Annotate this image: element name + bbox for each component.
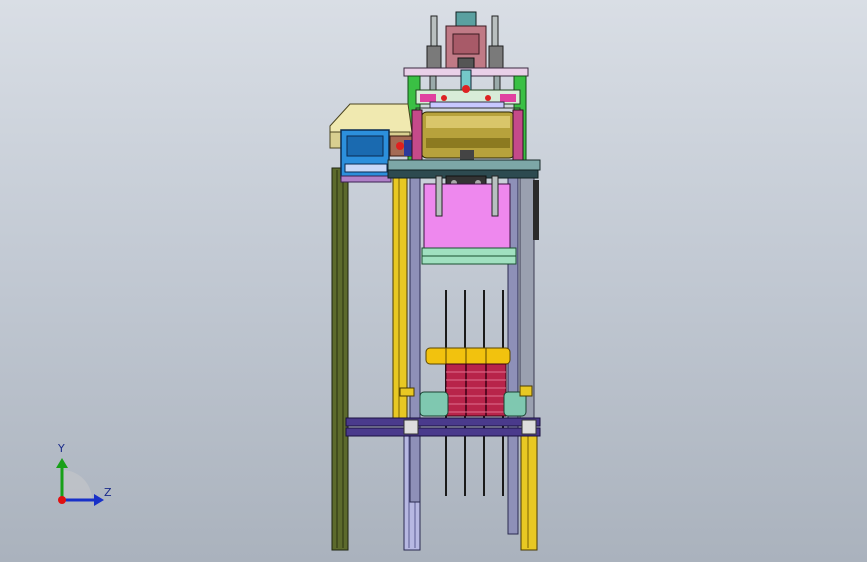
top-cylinder-assembly xyxy=(426,11,504,71)
crimson-disc-stack xyxy=(445,363,507,417)
cad-viewport[interactable]: Y Z xyxy=(0,0,867,562)
main-roller-drum xyxy=(411,107,524,165)
yellow-support-column-left xyxy=(392,171,408,421)
axis-triad[interactable] xyxy=(56,458,104,506)
axis-z-label: Z xyxy=(104,486,112,499)
yellow-support-column-right xyxy=(520,429,538,551)
axis-y-label: Y xyxy=(58,442,65,455)
left-frame-leg xyxy=(331,167,349,551)
blue-control-box xyxy=(340,129,392,183)
machine-assembly-model[interactable] xyxy=(0,0,867,562)
pink-motor-block xyxy=(421,175,517,265)
yellow-roller-row xyxy=(425,347,511,365)
